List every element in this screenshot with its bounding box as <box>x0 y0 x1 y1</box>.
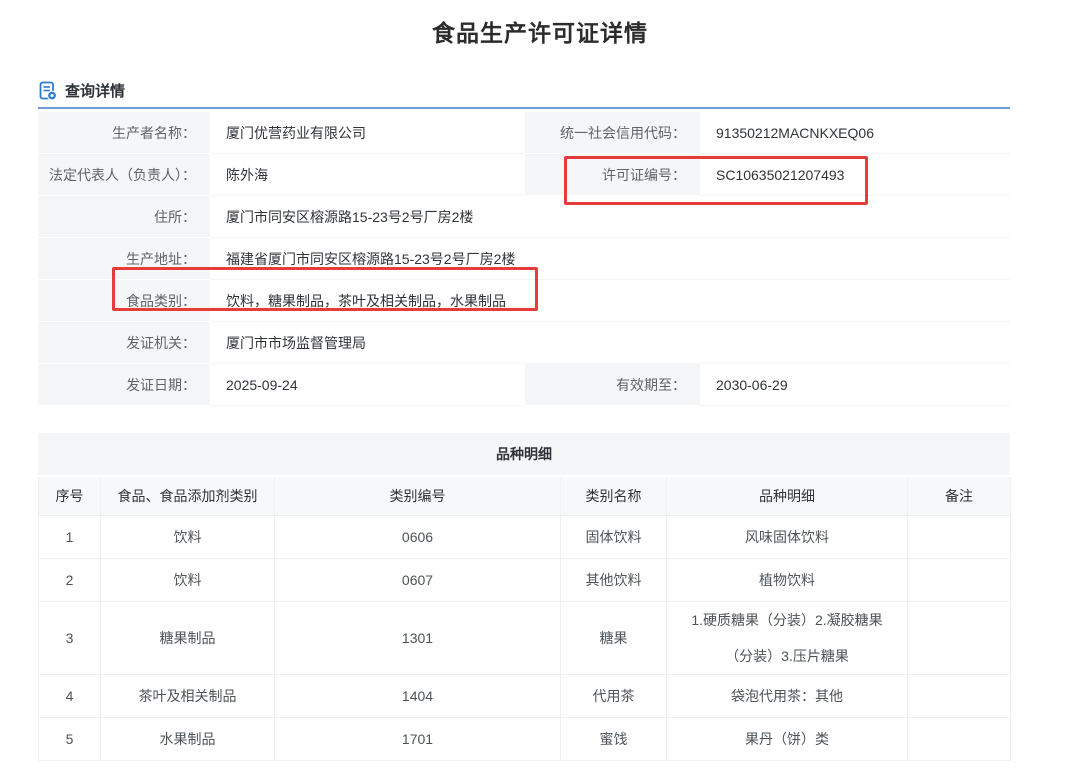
table-cell: 1 <box>39 516 101 559</box>
label-issuing-authority: 发证机关： <box>38 322 210 364</box>
table-cell: 糖果 <box>561 602 667 675</box>
value-license-number: SC10635021207493 <box>700 154 1010 196</box>
label-legal-representative: 法定代表人（负责人）： <box>38 154 210 196</box>
variety-table-title: 品种明细 <box>38 433 1010 475</box>
table-cell: 2 <box>39 559 101 602</box>
value-production-address: 福建省厦门市同安区榕源路15-23号2号厂房2楼 <box>210 238 1010 280</box>
table-cell: 植物饮料 <box>667 559 908 602</box>
value-residence: 厦门市同安区榕源路15-23号2号厂房2楼 <box>210 196 1010 238</box>
table-header-category-code: 类别编号 <box>275 477 561 516</box>
table-header-category-name: 类别名称 <box>561 477 667 516</box>
table-cell <box>908 602 1011 675</box>
value-valid-until: 2030-06-29 <box>700 364 1010 406</box>
label-license-number: 许可证编号： <box>525 154 700 196</box>
table-header-category: 食品、食品添加剂类别 <box>101 477 275 516</box>
table-cell <box>908 718 1011 761</box>
label-issue-date: 发证日期： <box>38 364 210 406</box>
label-credit-code: 统一社会信用代码： <box>525 112 700 154</box>
table-cell: 4 <box>39 675 101 718</box>
page-title: 食品生产许可证详情 <box>432 20 648 46</box>
table-cell <box>908 675 1011 718</box>
table-cell: 糖果制品 <box>101 602 275 675</box>
license-details-table: 生产者名称： 厦门优营药业有限公司 统一社会信用代码： 91350212MACN… <box>38 112 1010 406</box>
table-cell <box>908 559 1011 602</box>
section-divider <box>38 107 1010 109</box>
table-cell: 5 <box>39 718 101 761</box>
table-cell: 饮料 <box>101 559 275 602</box>
table-cell <box>908 516 1011 559</box>
table-cell: 1301 <box>275 602 561 675</box>
table-cell: 风味固体饮料 <box>667 516 908 559</box>
label-residence: 住所： <box>38 196 210 238</box>
value-issuing-authority: 厦门市市场监督管理局 <box>210 322 1010 364</box>
document-search-icon <box>38 81 58 101</box>
license-detail-page: 食品生产许可证详情 查询详情 生产者名称： 厦门优营药业有限公司 统一社会信用代… <box>0 0 1080 768</box>
label-food-category: 食品类别： <box>38 280 210 322</box>
table-cell: 固体饮料 <box>561 516 667 559</box>
table-cell: 1701 <box>275 718 561 761</box>
table-cell: 饮料 <box>101 516 275 559</box>
label-producer-name: 生产者名称： <box>38 112 210 154</box>
table-cell: 1404 <box>275 675 561 718</box>
table-cell: 代用茶 <box>561 675 667 718</box>
value-legal-representative: 陈外海 <box>210 154 525 196</box>
table-cell: 袋泡代用茶：其他 <box>667 675 908 718</box>
value-issue-date: 2025-09-24 <box>210 364 525 406</box>
table-header-remark: 备注 <box>908 477 1011 516</box>
table-cell: 0607 <box>275 559 561 602</box>
table-cell: 1.硬质糖果（分装）2.凝胶糖果（分装）3.压片糖果 <box>667 602 908 675</box>
value-producer-name: 厦门优营药业有限公司 <box>210 112 525 154</box>
table-header-variety-detail: 品种明细 <box>667 477 908 516</box>
label-valid-until: 有效期至： <box>525 364 700 406</box>
table-cell: 果丹（饼）类 <box>667 718 908 761</box>
value-food-category: 饮料，糖果制品，茶叶及相关制品，水果制品 <box>210 280 1010 322</box>
table-cell: 水果制品 <box>101 718 275 761</box>
table-cell: 3 <box>39 602 101 675</box>
table-cell: 其他饮料 <box>561 559 667 602</box>
table-cell: 0606 <box>275 516 561 559</box>
table-cell: 蜜饯 <box>561 718 667 761</box>
label-production-address: 生产地址： <box>38 238 210 280</box>
variety-detail-table: 品种明细 序号 食品、食品添加剂类别 类别编号 类别名称 品种明细 备注 1 饮… <box>38 433 1011 761</box>
value-credit-code: 91350212MACNKXEQ06 <box>700 112 1010 154</box>
table-cell: 茶叶及相关制品 <box>101 675 275 718</box>
section-title: 查询详情 <box>65 83 126 100</box>
section-header: 查询详情 <box>38 80 1080 101</box>
table-header-index: 序号 <box>39 477 101 516</box>
